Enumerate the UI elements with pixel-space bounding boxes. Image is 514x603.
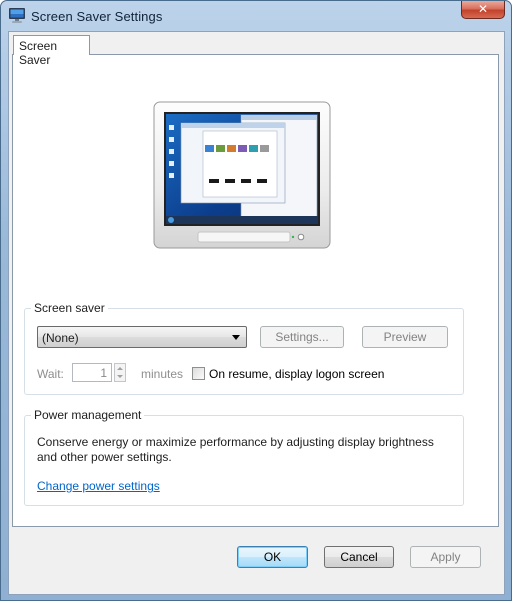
spin-up-icon — [117, 367, 123, 370]
ok-button[interactable]: OK — [237, 546, 308, 568]
screen-saver-group-title: Screen saver — [31, 301, 108, 315]
screen-saver-settings-window: Screen Saver Settings ✕ Screen Saver Scr… — [0, 0, 512, 601]
title-bar[interactable]: Screen Saver Settings ✕ — [1, 1, 511, 31]
change-power-settings-link[interactable]: Change power settings — [37, 479, 160, 493]
screen-saver-dropdown[interactable]: (None) — [37, 326, 247, 348]
wait-label: Wait: — [37, 367, 64, 381]
cancel-button[interactable]: Cancel — [324, 546, 394, 568]
minutes-label: minutes — [141, 367, 184, 381]
close-icon: ✕ — [477, 2, 489, 16]
close-button[interactable]: ✕ — [461, 1, 505, 19]
apply-button[interactable]: Apply — [410, 546, 481, 568]
settings-button[interactable]: Settings... — [260, 326, 344, 348]
dialog-client-area: Screen Saver Screen saver (None) Setting… — [8, 31, 505, 595]
tab-screen-saver[interactable]: Screen Saver — [13, 35, 90, 67]
screen-saver-settings-icon — [9, 8, 25, 23]
wait-minutes-spinner[interactable] — [114, 363, 126, 382]
wait-minutes-input[interactable]: 1 — [72, 363, 112, 382]
spin-down-icon — [117, 375, 123, 378]
display-logon-label[interactable]: On resume, display logon screen — [209, 367, 384, 381]
chevron-down-icon — [232, 335, 240, 340]
screen-saver-group: Screen saver (None) Settings... Preview … — [24, 301, 464, 395]
display-logon-checkbox[interactable] — [192, 367, 205, 380]
power-management-group: Power management Conserve energy or maxi… — [24, 408, 464, 506]
screen-saver-dropdown-value: (None) — [42, 331, 79, 345]
tab-panel-screen-saver: Screen saver (None) Settings... Preview … — [12, 54, 499, 527]
power-management-description: Conserve energy or maximize performance … — [37, 435, 434, 464]
power-management-group-title: Power management — [31, 408, 145, 422]
preview-button[interactable]: Preview — [362, 326, 448, 348]
window-title: Screen Saver Settings — [31, 9, 163, 24]
monitor-preview — [153, 101, 331, 249]
